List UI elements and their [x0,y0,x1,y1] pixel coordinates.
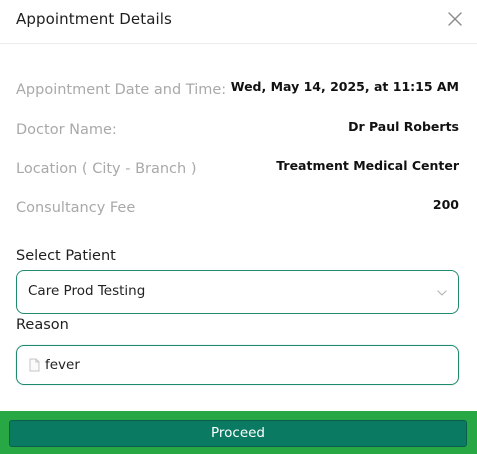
detail-row-datetime: Appointment Date and Time: Wed, May 14, … [16,79,459,104]
dialog-header: Appointment Details [0,0,477,44]
detail-label: Location ( City - Branch ) [16,161,197,177]
chevron-down-icon [437,290,447,296]
detail-row-fee: Consultancy Fee 200 [16,197,459,222]
appointment-details-dialog: Appointment Details Appointment Date and… [0,0,477,454]
location-value: Treatment Medical Center [276,158,459,173]
detail-row-doctor: Doctor Name: Dr Paul Roberts [16,119,459,144]
detail-label: Consultancy Fee [16,200,136,216]
proceed-button[interactable]: Proceed [9,420,467,447]
dialog-title: Appointment Details [16,10,172,28]
reason-field[interactable] [16,345,459,385]
patient-select-value: Care Prod Testing [28,283,146,299]
detail-row-location: Location ( City - Branch ) Treatment Med… [16,158,459,183]
detail-label: Appointment Date and Time: [16,82,227,98]
document-icon [29,358,40,372]
doctor-name-value: Dr Paul Roberts [348,119,459,134]
select-patient-label: Select Patient [16,248,116,264]
reason-label: Reason [16,317,69,333]
detail-label: Doctor Name: [16,122,117,138]
patient-select[interactable]: Care Prod Testing [16,270,459,314]
consultancy-fee-value: 200 [432,197,459,212]
close-button[interactable] [446,10,464,28]
dialog-footer: Proceed [0,411,477,454]
reason-input[interactable] [45,355,445,375]
close-icon [448,12,462,26]
appointment-datetime-value: Wed, May 14, 2025, at 11:15 AM [230,79,459,94]
